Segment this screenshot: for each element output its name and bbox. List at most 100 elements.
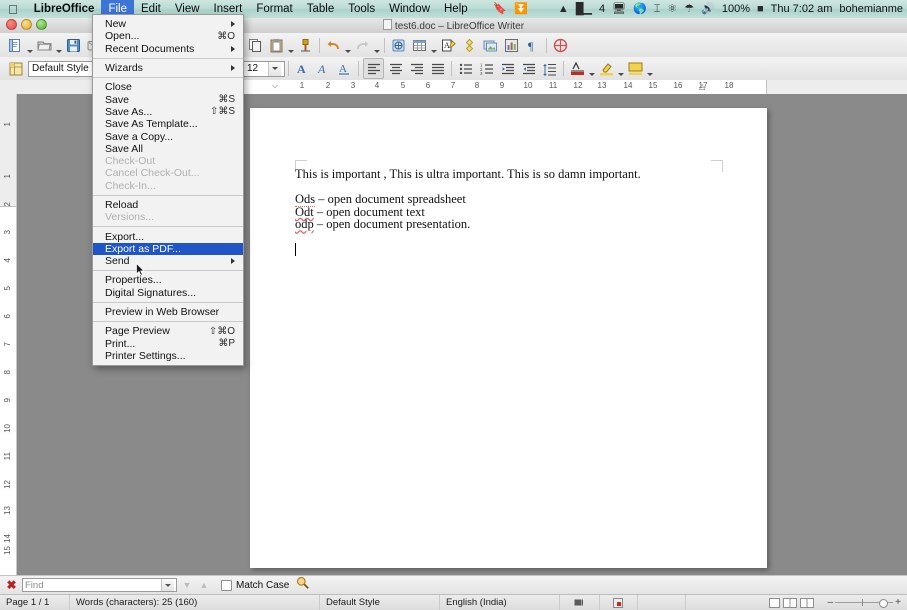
menu-item-save[interactable]: Save ⌘S xyxy=(93,93,243,106)
bold-button[interactable]: A xyxy=(293,59,312,78)
find-input[interactable]: Find xyxy=(22,578,177,592)
align-justify-button[interactable] xyxy=(428,59,447,78)
paste-dropdown[interactable] xyxy=(287,34,295,57)
dropbox-icon[interactable]: ▲ xyxy=(558,3,569,15)
insert-table-dropdown[interactable] xyxy=(430,34,438,57)
insert-chart-button[interactable] xyxy=(502,36,521,55)
wifi-icon[interactable]: ☂ xyxy=(684,3,694,15)
font-size-combo[interactable]: 12 xyxy=(243,60,285,77)
status-digital-signature[interactable] xyxy=(686,595,763,610)
status-selection-mode[interactable] xyxy=(600,595,638,610)
match-case-checkbox[interactable] xyxy=(221,579,232,591)
menu-item-properties[interactable]: Properties... xyxy=(93,274,243,286)
background-color-dropdown[interactable] xyxy=(646,57,654,80)
underline-button[interactable]: A xyxy=(335,59,354,78)
find-history-dropdown[interactable] xyxy=(161,579,174,591)
status-language[interactable]: English (India) xyxy=(440,595,560,610)
menu-item-new[interactable]: New xyxy=(93,18,243,30)
align-right-button[interactable] xyxy=(407,59,426,78)
right-indent-marker[interactable]: △ xyxy=(699,82,705,91)
style-table-icon[interactable] xyxy=(6,59,25,78)
new-document-button[interactable] xyxy=(6,36,25,55)
hyperlink-button[interactable] xyxy=(389,36,408,55)
menu-app-name[interactable]: LibreOffice xyxy=(27,2,102,16)
find-and-replace-icon[interactable] xyxy=(296,576,310,594)
insert-special-char-button[interactable] xyxy=(460,36,479,55)
status-page[interactable]: Page 1 / 1 xyxy=(0,595,70,610)
menu-item-export[interactable]: Export... xyxy=(93,230,243,243)
zoom-slider[interactable]: – + xyxy=(822,595,907,610)
zoom-knob[interactable] xyxy=(879,598,889,608)
font-color-dropdown[interactable] xyxy=(588,57,596,80)
menu-item-printer-settings[interactable]: Printer Settings... xyxy=(93,350,243,362)
document-page[interactable]: This is important , This is ultra import… xyxy=(250,108,767,568)
italic-button[interactable]: A xyxy=(314,59,333,78)
vertical-ruler[interactable]: 1 1 2 3 4 5 6 7 8 9 10 11 12 13 14 15 xyxy=(0,94,17,575)
paste-button[interactable] xyxy=(267,36,286,55)
insert-text-box-button[interactable]: A xyxy=(439,36,458,55)
undo-button[interactable] xyxy=(324,36,343,55)
formatting-marks-button[interactable]: ¶ xyxy=(523,36,542,55)
ordered-list-button[interactable]: 123 xyxy=(477,59,496,78)
file-menu-dropdown[interactable]: New Open... ⌘O Recent Documents Wizards C… xyxy=(92,14,244,367)
menu-item-export-as-pdf[interactable]: Export as PDF... xyxy=(93,242,243,256)
menu-help[interactable]: Help xyxy=(437,2,475,16)
copy-button[interactable] xyxy=(246,36,265,55)
bluetooth-icon[interactable]: ⚛ xyxy=(667,3,677,15)
menu-item-save-a-copy[interactable]: Save a Copy... xyxy=(93,130,243,143)
highlight-color-button[interactable] xyxy=(597,59,616,78)
menu-item-print[interactable]: Print... ⌘P xyxy=(93,338,243,350)
volume-icon[interactable]: 🔊 xyxy=(701,3,715,15)
status-words[interactable]: Words (characters): 25 (160) xyxy=(70,595,320,610)
zoom-track[interactable] xyxy=(835,598,894,608)
unordered-list-button[interactable] xyxy=(456,59,475,78)
new-document-dropdown[interactable] xyxy=(26,34,34,57)
menu-bar-user[interactable]: bohemianme xyxy=(839,3,903,15)
align-left-button[interactable] xyxy=(363,58,384,79)
open-document-dropdown[interactable] xyxy=(55,34,63,57)
save-document-button[interactable] xyxy=(64,36,83,55)
status-insert-mode[interactable] xyxy=(560,595,600,610)
menu-bar-clock[interactable]: Thu 7:02 am xyxy=(771,3,833,15)
menu-window[interactable]: Window xyxy=(382,2,437,16)
status-style[interactable]: Default Style xyxy=(320,595,440,610)
book-view-icon[interactable] xyxy=(799,597,814,608)
redo-dropdown[interactable] xyxy=(373,34,381,57)
increase-indent-button[interactable] xyxy=(519,59,538,78)
clone-formatting-button[interactable] xyxy=(296,36,315,55)
clock-icon[interactable]: ⌶ xyxy=(654,3,661,15)
zoom-out-button[interactable]: – xyxy=(828,597,834,608)
open-document-button[interactable] xyxy=(35,36,54,55)
align-center-button[interactable] xyxy=(386,59,405,78)
menu-item-save-as[interactable]: Save As... ⇧⌘S xyxy=(93,106,243,118)
menu-item-open[interactable]: Open... ⌘O xyxy=(93,30,243,42)
undo-dropdown[interactable] xyxy=(344,34,352,57)
menu-item-page-preview[interactable]: Page Preview ⇧⌘O xyxy=(93,325,243,337)
battery-icon[interactable]: ■ xyxy=(757,3,764,15)
audio-meter-icon[interactable]: █▁ xyxy=(576,3,592,15)
menu-item-save-all[interactable]: Save All xyxy=(93,143,243,155)
redo-button[interactable] xyxy=(353,36,372,55)
decrease-indent-button[interactable] xyxy=(498,59,517,78)
menu-item-preview-in-web-browser[interactable]: Preview in Web Browser xyxy=(93,306,243,318)
font-color-button[interactable] xyxy=(568,59,587,78)
insert-table-button[interactable] xyxy=(410,36,429,55)
elephant-icon[interactable]: 🖥 xyxy=(612,3,626,15)
highlight-color-dropdown[interactable] xyxy=(617,57,625,80)
menu-item-wizards[interactable]: Wizards xyxy=(93,62,243,74)
single-page-view-icon[interactable] xyxy=(768,597,780,608)
font-size-dropdown[interactable] xyxy=(268,61,281,76)
status-save-indicator[interactable] xyxy=(638,595,686,610)
menu-item-send[interactable]: Send xyxy=(93,255,243,276)
first-line-indent-marker[interactable]: ⌵ xyxy=(272,81,278,91)
menu-item-recent-documents[interactable]: Recent Documents xyxy=(93,43,243,55)
menu-item-reload[interactable]: Reload xyxy=(93,199,243,211)
document-text[interactable]: This is important , This is ultra import… xyxy=(295,168,725,257)
insert-image-button[interactable] xyxy=(481,36,500,55)
menu-item-close[interactable]: Close xyxy=(93,81,243,93)
background-color-button[interactable] xyxy=(626,59,645,78)
menu-item-digital-signatures[interactable]: Digital Signatures... xyxy=(93,287,243,299)
find-next-icon[interactable]: ▼ xyxy=(180,578,194,592)
gallery-button[interactable] xyxy=(551,36,570,55)
bookmark-icon[interactable]: 🔖 xyxy=(493,3,507,15)
